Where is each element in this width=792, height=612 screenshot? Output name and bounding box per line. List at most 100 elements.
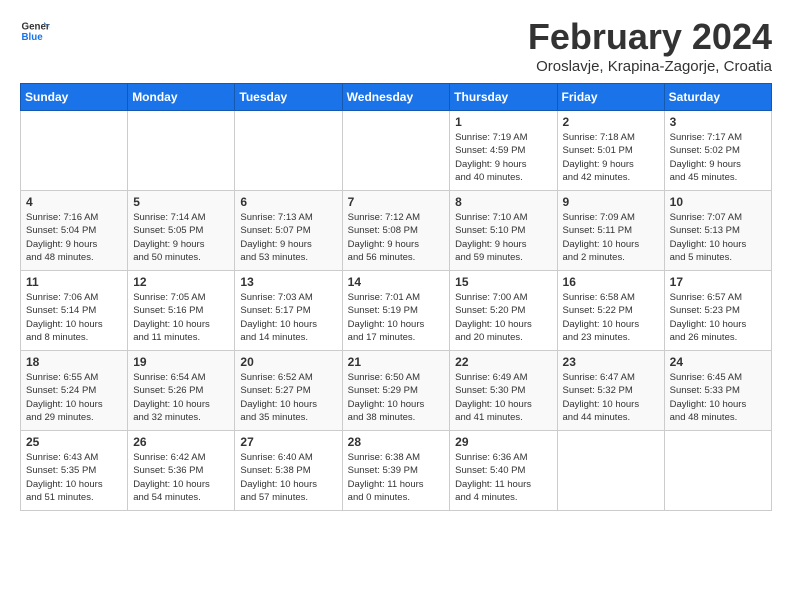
day-number: 29 (455, 435, 551, 449)
day-number: 6 (240, 195, 336, 209)
day-number: 26 (133, 435, 229, 449)
day-info: Sunrise: 7:07 AM Sunset: 5:13 PM Dayligh… (670, 211, 766, 264)
day-number: 19 (133, 355, 229, 369)
day-info: Sunrise: 6:38 AM Sunset: 5:39 PM Dayligh… (348, 451, 445, 504)
day-info: Sunrise: 6:40 AM Sunset: 5:38 PM Dayligh… (240, 451, 336, 504)
day-info: Sunrise: 6:36 AM Sunset: 5:40 PM Dayligh… (455, 451, 551, 504)
day-number: 22 (455, 355, 551, 369)
column-header-monday: Monday (128, 84, 235, 111)
calendar-cell: 22Sunrise: 6:49 AM Sunset: 5:30 PM Dayli… (450, 351, 557, 431)
calendar-cell: 23Sunrise: 6:47 AM Sunset: 5:32 PM Dayli… (557, 351, 664, 431)
day-number: 1 (455, 115, 551, 129)
column-header-thursday: Thursday (450, 84, 557, 111)
day-info: Sunrise: 7:14 AM Sunset: 5:05 PM Dayligh… (133, 211, 229, 264)
calendar-week-4: 18 Sunrise: 6:55 AM Sunset: 5:24 PM Dayli… (21, 351, 772, 431)
calendar-cell (664, 431, 771, 511)
day-number: 25 (26, 435, 122, 449)
day-info: Sunrise: 7:18 AM Sunset: 5:01 PM Dayligh… (563, 131, 659, 184)
day-info: Sunrise: 7:00 AM Sunset: 5:20 PM Dayligh… (455, 291, 551, 344)
day-number: 12 (133, 275, 229, 289)
day-number: 27 (240, 435, 336, 449)
day-number: 3 (670, 115, 766, 129)
logo: General Blue (20, 16, 50, 46)
calendar-cell: 5Sunrise: 7:14 AM Sunset: 5:05 PM Daylig… (128, 191, 235, 271)
day-info: Sunrise: 6:58 AM Sunset: 5:22 PM Dayligh… (563, 291, 659, 344)
day-number: 20 (240, 355, 336, 369)
day-info: Sunrise: 7:16 AM Sunset: 5:04 PM Dayligh… (26, 211, 122, 264)
day-info: Sunrise: 6:42 AM Sunset: 5:36 PM Dayligh… (133, 451, 229, 504)
day-number: 4 (26, 195, 122, 209)
day-number: 11 (26, 275, 122, 289)
calendar-cell: 20Sunrise: 6:52 AM Sunset: 5:27 PM Dayli… (235, 351, 342, 431)
calendar-cell: 24 Sunrise: 6:45 AM Sunset: 5:33 PM Dayli… (664, 351, 771, 431)
day-number: 21 (348, 355, 445, 369)
column-header-tuesday: Tuesday (235, 84, 342, 111)
day-number: 18 (26, 355, 122, 369)
day-info: Sunrise: 7:12 AM Sunset: 5:08 PM Dayligh… (348, 211, 445, 264)
calendar-cell: 6 Sunrise: 7:13 AM Sunset: 5:07 PM Daylig… (235, 191, 342, 271)
calendar-cell: 3 Sunrise: 7:17 AM Sunset: 5:02 PM Daylig… (664, 111, 771, 191)
day-info: Sunrise: 6:54 AM Sunset: 5:26 PM Dayligh… (133, 371, 229, 424)
calendar-cell: 10 Sunrise: 7:07 AM Sunset: 5:13 PM Dayli… (664, 191, 771, 271)
calendar-cell: 8 Sunrise: 7:10 AM Sunset: 5:10 PM Daylig… (450, 191, 557, 271)
calendar-table: SundayMondayTuesdayWednesdayThursdayFrid… (20, 83, 772, 511)
calendar-cell: 27 Sunrise: 6:40 AM Sunset: 5:38 PM Dayli… (235, 431, 342, 511)
day-number: 9 (563, 195, 659, 209)
calendar-cell: 12 Sunrise: 7:05 AM Sunset: 5:16 PM Dayli… (128, 271, 235, 351)
day-info: Sunrise: 6:43 AM Sunset: 5:35 PM Dayligh… (26, 451, 122, 504)
day-info: Sunrise: 7:17 AM Sunset: 5:02 PM Dayligh… (670, 131, 766, 184)
month-title: February 2024 (528, 16, 772, 58)
calendar-cell: 15 Sunrise: 7:00 AM Sunset: 5:20 PM Dayli… (450, 271, 557, 351)
day-info: Sunrise: 7:05 AM Sunset: 5:16 PM Dayligh… (133, 291, 229, 344)
calendar-cell: 28 Sunrise: 6:38 AM Sunset: 5:39 PM Dayli… (342, 431, 450, 511)
calendar-cell: 9Sunrise: 7:09 AM Sunset: 5:11 PM Daylig… (557, 191, 664, 271)
location-subtitle: Oroslavje, Krapina-Zagorje, Croatia (528, 58, 772, 75)
day-number: 8 (455, 195, 551, 209)
calendar-cell: 29 Sunrise: 6:36 AM Sunset: 5:40 PM Dayli… (450, 431, 557, 511)
day-info: Sunrise: 7:01 AM Sunset: 5:19 PM Dayligh… (348, 291, 445, 344)
day-info: Sunrise: 7:06 AM Sunset: 5:14 PM Dayligh… (26, 291, 122, 344)
calendar-cell: 19 Sunrise: 6:54 AM Sunset: 5:26 PM Dayli… (128, 351, 235, 431)
calendar-cell: 17 Sunrise: 6:57 AM Sunset: 5:23 PM Dayli… (664, 271, 771, 351)
column-header-saturday: Saturday (664, 84, 771, 111)
day-number: 24 (670, 355, 766, 369)
column-header-sunday: Sunday (21, 84, 128, 111)
calendar-cell: 13 Sunrise: 7:03 AM Sunset: 5:17 PM Dayli… (235, 271, 342, 351)
day-number: 15 (455, 275, 551, 289)
calendar-cell: 4 Sunrise: 7:16 AM Sunset: 5:04 PM Daylig… (21, 191, 128, 271)
column-header-wednesday: Wednesday (342, 84, 450, 111)
day-number: 10 (670, 195, 766, 209)
calendar-cell: 21Sunrise: 6:50 AM Sunset: 5:29 PM Dayli… (342, 351, 450, 431)
day-info: Sunrise: 7:10 AM Sunset: 5:10 PM Dayligh… (455, 211, 551, 264)
calendar-cell (557, 431, 664, 511)
day-number: 7 (348, 195, 445, 209)
logo-icon: General Blue (20, 16, 50, 46)
day-info: Sunrise: 6:55 AM Sunset: 5:24 PM Dayligh… (26, 371, 122, 424)
calendar-cell: 26 Sunrise: 6:42 AM Sunset: 5:36 PM Dayli… (128, 431, 235, 511)
calendar-cell: 16 Sunrise: 6:58 AM Sunset: 5:22 PM Dayli… (557, 271, 664, 351)
day-info: Sunrise: 6:57 AM Sunset: 5:23 PM Dayligh… (670, 291, 766, 344)
day-info: Sunrise: 7:03 AM Sunset: 5:17 PM Dayligh… (240, 291, 336, 344)
day-number: 17 (670, 275, 766, 289)
day-number: 28 (348, 435, 445, 449)
calendar-cell (342, 111, 450, 191)
day-info: Sunrise: 7:13 AM Sunset: 5:07 PM Dayligh… (240, 211, 336, 264)
column-header-friday: Friday (557, 84, 664, 111)
day-info: Sunrise: 7:19 AM Sunset: 4:59 PM Dayligh… (455, 131, 551, 184)
day-number: 16 (563, 275, 659, 289)
calendar-cell: 2Sunrise: 7:18 AM Sunset: 5:01 PM Daylig… (557, 111, 664, 191)
svg-text:General: General (22, 22, 51, 33)
calendar-cell: 11 Sunrise: 7:06 AM Sunset: 5:14 PM Dayli… (21, 271, 128, 351)
calendar-cell: 18 Sunrise: 6:55 AM Sunset: 5:24 PM Dayli… (21, 351, 128, 431)
calendar-week-3: 11 Sunrise: 7:06 AM Sunset: 5:14 PM Dayli… (21, 271, 772, 351)
page-header: General Blue February 2024 Oroslavje, Kr… (20, 16, 772, 75)
calendar-cell: 7 Sunrise: 7:12 AM Sunset: 5:08 PM Daylig… (342, 191, 450, 271)
calendar-cell (128, 111, 235, 191)
svg-text:Blue: Blue (22, 32, 44, 43)
calendar-week-5: 25 Sunrise: 6:43 AM Sunset: 5:35 PM Dayli… (21, 431, 772, 511)
calendar-cell (235, 111, 342, 191)
day-number: 13 (240, 275, 336, 289)
day-number: 23 (563, 355, 659, 369)
calendar-cell: 14Sunrise: 7:01 AM Sunset: 5:19 PM Dayli… (342, 271, 450, 351)
day-info: Sunrise: 6:45 AM Sunset: 5:33 PM Dayligh… (670, 371, 766, 424)
